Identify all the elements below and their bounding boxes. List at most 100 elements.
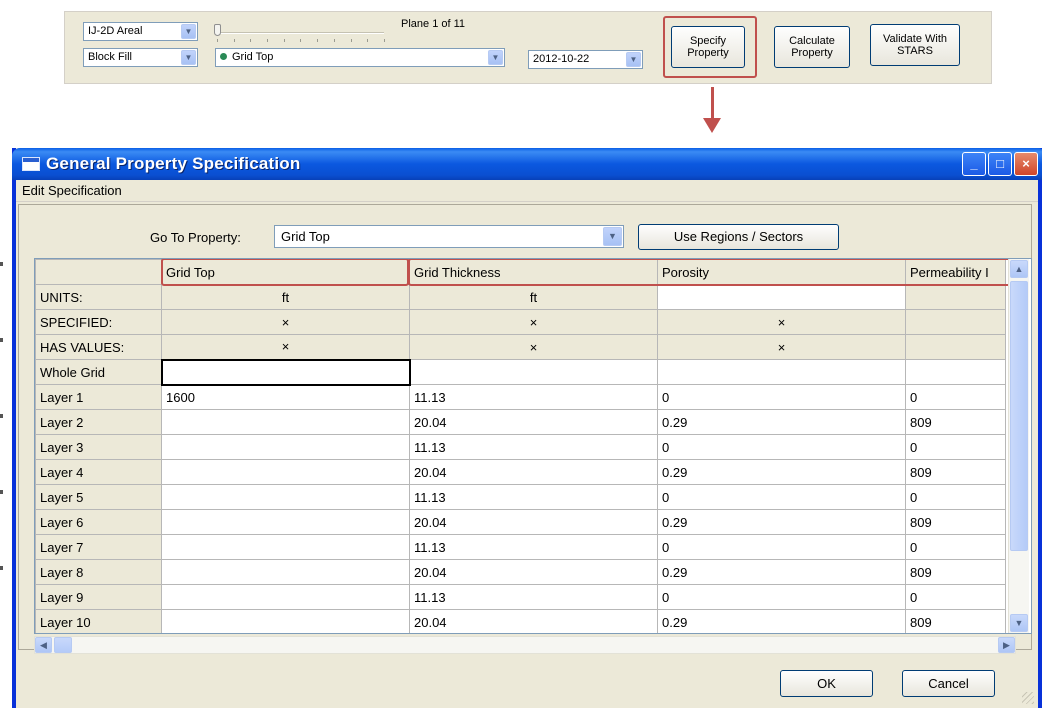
value-cell[interactable]: 20.04 bbox=[409, 509, 658, 535]
value-cell[interactable]: 11.13 bbox=[409, 534, 658, 560]
value-cell[interactable]: 0.29 bbox=[657, 609, 906, 633]
value-cell[interactable] bbox=[161, 609, 410, 633]
meta-cell: × bbox=[161, 334, 410, 360]
hscroll-thumb[interactable] bbox=[54, 637, 72, 653]
resize-grip-icon[interactable] bbox=[1022, 692, 1034, 704]
row-label[interactable]: Layer 8 bbox=[35, 559, 162, 585]
meta-row-label: UNITS: bbox=[35, 284, 162, 310]
row-label[interactable]: Layer 4 bbox=[35, 459, 162, 485]
value-cell[interactable]: 11.13 bbox=[409, 584, 658, 610]
window-icon bbox=[22, 157, 40, 171]
value-cell[interactable]: 20.04 bbox=[409, 609, 658, 633]
plane-slider-thumb[interactable] bbox=[214, 24, 221, 36]
fill-mode-select[interactable]: Block Fill ▼ bbox=[83, 48, 198, 67]
table-row: Layer 1 1600 11.13 0 0 bbox=[35, 384, 1006, 410]
row-label[interactable]: Layer 1 bbox=[35, 384, 162, 410]
value-cell[interactable]: 0 bbox=[657, 534, 906, 560]
value-cell[interactable] bbox=[161, 459, 410, 485]
value-cell[interactable]: 0.29 bbox=[657, 559, 906, 585]
value-cell[interactable]: 0 bbox=[905, 384, 1006, 410]
row-label[interactable]: Layer 9 bbox=[35, 584, 162, 610]
scroll-right-icon[interactable]: ▶ bbox=[998, 637, 1015, 653]
value-cell[interactable]: 11.13 bbox=[409, 484, 658, 510]
value-cell[interactable] bbox=[161, 409, 410, 435]
date-select[interactable]: 2012-10-22 ▼ bbox=[528, 50, 643, 69]
value-cell[interactable] bbox=[905, 359, 1006, 385]
value-cell[interactable] bbox=[161, 584, 410, 610]
calculate-property-button[interactable]: Calculate Property bbox=[774, 26, 850, 68]
specify-highlight bbox=[663, 16, 757, 78]
value-cell[interactable]: 20.04 bbox=[409, 409, 658, 435]
horizontal-scrollbar[interactable]: ◀ ▶ bbox=[34, 636, 1016, 654]
ok-button[interactable]: OK bbox=[780, 670, 873, 697]
value-cell[interactable]: 0.29 bbox=[657, 509, 906, 535]
close-icon[interactable]: × bbox=[1014, 152, 1038, 176]
value-cell[interactable]: 11.13 bbox=[409, 384, 658, 410]
scroll-thumb[interactable] bbox=[1010, 281, 1028, 551]
table-row: Layer 10 20.04 0.29 809 bbox=[35, 609, 1006, 633]
toolbar: IJ-2D Areal ▼ Block Fill ▼ Plane 1 of 11… bbox=[64, 11, 992, 84]
value-cell[interactable]: 0 bbox=[657, 584, 906, 610]
validate-stars-button[interactable]: Validate With STARS bbox=[870, 24, 960, 66]
goto-property-select[interactable]: Grid Top ▼ bbox=[274, 225, 624, 248]
value-cell[interactable]: 0 bbox=[657, 434, 906, 460]
dialog-titlebar[interactable]: General Property Specification _ □ × bbox=[12, 148, 1042, 180]
row-label[interactable]: Layer 7 bbox=[35, 534, 162, 560]
chevron-down-icon: ▼ bbox=[181, 50, 196, 65]
scroll-up-icon[interactable]: ▲ bbox=[1010, 260, 1028, 278]
row-label[interactable]: Layer 5 bbox=[35, 484, 162, 510]
table-row: Layer 7 11.13 0 0 bbox=[35, 534, 1006, 560]
minimize-icon[interactable]: _ bbox=[962, 152, 986, 176]
value-cell[interactable] bbox=[409, 359, 658, 385]
value-cell[interactable] bbox=[161, 434, 410, 460]
plane-slider-track[interactable] bbox=[216, 32, 384, 34]
meta-cell bbox=[905, 334, 1006, 360]
vertical-scrollbar[interactable]: ▲ ▼ bbox=[1008, 259, 1029, 633]
value-cell[interactable]: 0 bbox=[657, 484, 906, 510]
table-row: Layer 8 20.04 0.29 809 bbox=[35, 559, 1006, 585]
value-cell[interactable] bbox=[161, 534, 410, 560]
view-mode-select[interactable]: IJ-2D Areal ▼ bbox=[83, 22, 198, 41]
grid-corner bbox=[35, 259, 162, 285]
cancel-button[interactable]: Cancel bbox=[902, 670, 995, 697]
value-cell[interactable]: 0 bbox=[657, 384, 906, 410]
value-cell[interactable]: 809 bbox=[905, 559, 1006, 585]
value-cell[interactable]: 20.04 bbox=[409, 559, 658, 585]
use-regions-button[interactable]: Use Regions / Sectors bbox=[638, 224, 839, 250]
meta-cell: ft bbox=[161, 284, 410, 310]
value-cell[interactable]: 0 bbox=[905, 434, 1006, 460]
value-cell[interactable] bbox=[657, 359, 906, 385]
row-label[interactable]: Whole Grid bbox=[35, 359, 162, 385]
row-label[interactable]: Layer 2 bbox=[35, 409, 162, 435]
row-label[interactable]: Layer 10 bbox=[35, 609, 162, 633]
chevron-down-icon: ▼ bbox=[603, 227, 622, 246]
scroll-left-icon[interactable]: ◀ bbox=[35, 637, 52, 653]
value-cell[interactable]: 809 bbox=[905, 609, 1006, 633]
value-cell[interactable] bbox=[161, 484, 410, 510]
validate-line2: STARS bbox=[897, 45, 933, 57]
scroll-down-icon[interactable]: ▼ bbox=[1010, 614, 1028, 632]
value-cell[interactable]: 0 bbox=[905, 584, 1006, 610]
value-cell[interactable]: 0 bbox=[905, 484, 1006, 510]
dialog-title: General Property Specification bbox=[46, 154, 301, 173]
row-label[interactable]: Layer 6 bbox=[35, 509, 162, 535]
value-cell[interactable]: 809 bbox=[905, 509, 1006, 535]
property-dot-icon bbox=[220, 53, 227, 60]
value-cell[interactable]: 20.04 bbox=[409, 459, 658, 485]
value-cell[interactable]: 0 bbox=[905, 534, 1006, 560]
value-cell[interactable] bbox=[160, 358, 411, 386]
grid-top-highlight bbox=[161, 259, 409, 286]
value-cell[interactable] bbox=[161, 509, 410, 535]
value-cell[interactable] bbox=[161, 559, 410, 585]
value-cell[interactable]: 0.29 bbox=[657, 409, 906, 435]
menu-edit-specification[interactable]: Edit Specification bbox=[22, 183, 122, 198]
value-cell[interactable]: 809 bbox=[905, 409, 1006, 435]
value-cell[interactable]: 11.13 bbox=[409, 434, 658, 460]
maximize-icon[interactable]: □ bbox=[988, 152, 1012, 176]
value-cell[interactable]: 809 bbox=[905, 459, 1006, 485]
value-cell[interactable]: 1600 bbox=[161, 384, 410, 410]
meta-cell: × bbox=[409, 334, 658, 360]
value-cell[interactable]: 0.29 bbox=[657, 459, 906, 485]
property-select[interactable]: Grid Top ▼ bbox=[215, 48, 505, 67]
row-label[interactable]: Layer 3 bbox=[35, 434, 162, 460]
